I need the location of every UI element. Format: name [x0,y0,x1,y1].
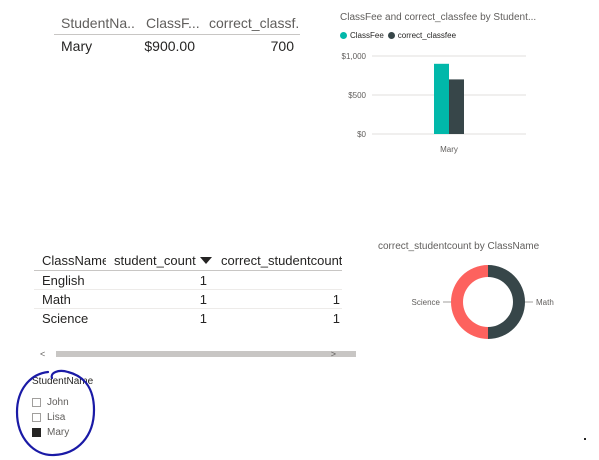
table-cell: $900.00 [144,38,195,54]
table-cell: Math [42,291,71,307]
horizontal-scrollbar[interactable]: < > [36,349,356,359]
bar-chart-title: ClassFee and correct_classfee by Student… [340,12,537,23]
table-row[interactable]: Mary $900.00 700 [54,35,300,57]
table-cell: 1 [332,291,340,307]
table-row[interactable]: Science 1 1 [34,309,342,327]
table-row[interactable]: Math 1 1 [34,290,342,309]
table-cell: 1 [199,291,207,307]
bar-ClassFee [434,63,449,134]
bar-chart-legend: ClassFee correct_classfee [340,31,456,40]
scroll-left-icon[interactable]: < [40,349,45,359]
table-cell: English [42,272,85,288]
legend-label: correct_classfee [397,31,457,40]
table-header: StudentNa... ClassF... correct_classf... [54,12,300,35]
table-cell: 1 [332,310,340,326]
legend-item-correct-classfee[interactable]: correct_classfee [387,31,457,40]
legend-label: ClassFee [350,31,384,40]
y-tick-label: $0 [357,130,366,139]
bar-correct-classfee [449,79,464,134]
column-header-correct-classfee[interactable]: correct_classf... [199,15,300,31]
y-tick-label: $1,000 [342,52,367,61]
table-cell: 1 [199,272,207,288]
donut-label: Science [412,298,441,307]
column-header-label: student_count [114,252,196,268]
donut-chart-title: correct_studentcount by ClassName [378,241,540,252]
student-fee-table[interactable]: StudentNa... ClassF... correct_classf...… [54,12,300,57]
legend-item-classfee[interactable]: ClassFee [340,31,384,40]
table-cell: 700 [270,38,294,54]
donut-slice-math [488,265,525,339]
column-header-studentname[interactable]: StudentNa... [54,15,134,31]
report-canvas: StudentNa... ClassF... correct_classf...… [0,0,599,460]
column-header-classname[interactable]: ClassName [34,253,106,268]
donut-chart[interactable]: Math Science [396,260,576,348]
donut-label: Math [536,298,554,307]
scrollbar-thumb[interactable] [56,351,356,357]
scroll-right-icon[interactable]: > [331,349,336,359]
column-header-correct-studentcount[interactable]: correct_studentcount [211,253,342,268]
table-cell: Mary [61,38,93,54]
stray-dot [584,438,586,440]
y-tick-label: $500 [348,91,366,100]
table-header: ClassName student_count correct_studentc… [34,250,342,271]
hand-drawn-annotation [15,369,96,457]
class-count-table[interactable]: ClassName student_count correct_studentc… [34,250,342,327]
sort-descending-icon[interactable] [199,256,212,264]
legend-dot-icon [387,32,395,39]
table-row[interactable]: English 1 [34,271,342,290]
column-header-student-count[interactable]: student_count [106,252,212,268]
table-cell: 1 [199,310,207,326]
donut-slice-science [451,265,488,339]
column-header-classfee[interactable]: ClassF... [134,15,199,31]
x-tick-label: Mary [440,145,458,154]
legend-dot-icon [340,32,347,39]
table-cell: Science [42,310,89,326]
bar-chart[interactable]: $1,000 $500 $0 Mary [330,46,530,158]
